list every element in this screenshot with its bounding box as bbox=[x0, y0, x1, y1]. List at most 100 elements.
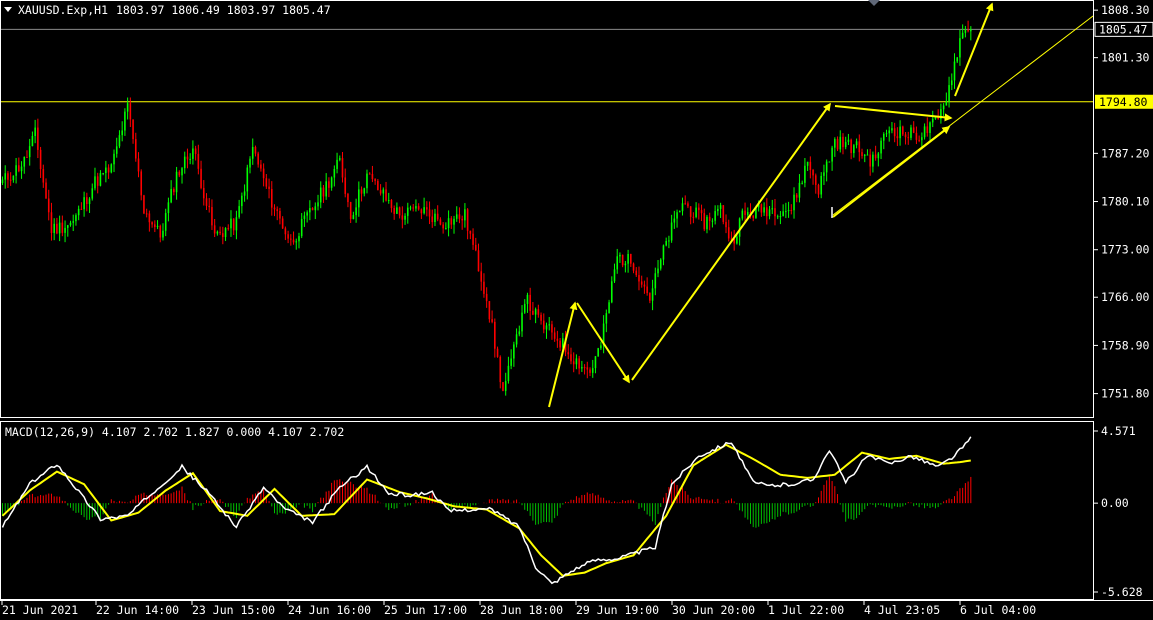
scroll-marker-icon[interactable] bbox=[868, 0, 880, 6]
macd-tick-label: 4.571 bbox=[1101, 424, 1136, 438]
candle-body bbox=[417, 206, 420, 210]
candle-body bbox=[553, 332, 556, 339]
candle-body bbox=[630, 253, 632, 264]
candle-body bbox=[855, 141, 858, 146]
candle-body bbox=[192, 148, 194, 159]
candle-body bbox=[298, 236, 300, 242]
candle-body bbox=[151, 222, 153, 225]
candle-body bbox=[371, 174, 374, 180]
candle-body bbox=[458, 214, 461, 219]
drawn-trendlines bbox=[548, 2, 1094, 408]
candle-body bbox=[284, 228, 287, 235]
candle-body bbox=[793, 194, 795, 211]
candle-body bbox=[929, 122, 931, 133]
price-axis: 1808.30 1801.30 1787.20 1780.10 1773.00 1766.… bbox=[1094, 3, 1153, 401]
candle-body bbox=[888, 130, 891, 134]
candle-body bbox=[616, 256, 619, 270]
candle-body bbox=[436, 213, 439, 220]
time-tick-label: 25 Jun 17:00 bbox=[384, 603, 467, 617]
candle-body bbox=[404, 215, 406, 220]
candle-body bbox=[665, 240, 667, 246]
candle-body bbox=[213, 225, 216, 234]
candle-body bbox=[211, 207, 213, 226]
chart-canvas[interactable]: 1808.30 1801.30 1787.20 1780.10 1773.00 1766.… bbox=[0, 0, 1153, 620]
candle-body bbox=[948, 85, 950, 102]
candle-body bbox=[450, 218, 453, 225]
candle-body bbox=[795, 194, 798, 198]
candle-body bbox=[556, 338, 559, 341]
candle-body bbox=[270, 189, 273, 208]
candle-body bbox=[823, 172, 825, 176]
price-tick-label: 1751.80 bbox=[1101, 387, 1150, 401]
candle-body bbox=[956, 57, 959, 62]
price-tick-label: 1808.30 bbox=[1101, 3, 1150, 17]
candle-body bbox=[880, 140, 882, 154]
candle-body bbox=[828, 161, 831, 163]
candle-body bbox=[853, 145, 855, 154]
candle-body bbox=[782, 211, 784, 217]
candle-body bbox=[47, 198, 50, 213]
ohlc-header: 1803.97 1806.49 1803.97 1805.47 bbox=[116, 3, 331, 17]
candle-body bbox=[423, 207, 425, 214]
candle-body bbox=[99, 173, 102, 186]
candle-body bbox=[744, 210, 746, 215]
candle-body bbox=[698, 207, 700, 211]
candle-body bbox=[717, 208, 719, 212]
candle-body bbox=[428, 209, 431, 217]
candle-body bbox=[162, 230, 164, 238]
price-panel-frame bbox=[0, 0, 1094, 418]
candle-body bbox=[173, 189, 175, 193]
candle-body bbox=[387, 200, 390, 202]
candle-body bbox=[578, 358, 580, 369]
candle-body bbox=[20, 166, 23, 172]
candle-body bbox=[390, 200, 393, 209]
time-tick-label: 22 Jun 14:00 bbox=[96, 603, 179, 617]
candle-body bbox=[333, 168, 336, 178]
candle-body bbox=[455, 214, 458, 219]
candle-body bbox=[257, 153, 259, 165]
candle-body bbox=[708, 216, 711, 221]
candle-body bbox=[344, 177, 347, 194]
candle-body bbox=[115, 146, 118, 154]
candle-body bbox=[401, 215, 404, 220]
candle-body bbox=[931, 118, 934, 123]
candle-body bbox=[447, 218, 450, 229]
candle-body bbox=[589, 369, 591, 373]
candle-body bbox=[842, 136, 844, 148]
candle-body bbox=[230, 218, 232, 229]
candle-body bbox=[66, 225, 69, 228]
candle-body bbox=[205, 198, 208, 206]
candle-body bbox=[129, 103, 132, 120]
candle-body bbox=[504, 381, 507, 391]
candle-body bbox=[439, 219, 442, 225]
candle-body bbox=[594, 356, 597, 369]
candle-body bbox=[953, 61, 956, 81]
candle-body bbox=[159, 225, 162, 238]
candle-body bbox=[121, 130, 123, 136]
candle-body bbox=[241, 195, 243, 207]
candle-body bbox=[474, 244, 477, 251]
candle-body bbox=[548, 324, 551, 326]
candle-body bbox=[502, 382, 504, 391]
symbol-menu-icon[interactable] bbox=[4, 7, 12, 12]
time-axis: 21 Jun 2021 22 Jun 14:00 23 Jun 15:00 24 Ju… bbox=[1, 600, 1036, 617]
candle-body bbox=[86, 197, 88, 205]
candle-body bbox=[719, 205, 722, 209]
candle-body bbox=[94, 176, 96, 189]
candle-body bbox=[825, 161, 828, 173]
candle-body bbox=[132, 119, 134, 140]
candle-body bbox=[243, 191, 246, 196]
price-tick-label: 1758.90 bbox=[1101, 338, 1150, 352]
candle-body bbox=[610, 281, 613, 303]
candle-body bbox=[306, 212, 308, 216]
candle-body bbox=[619, 254, 621, 257]
candle-body bbox=[53, 223, 55, 233]
candle-body bbox=[722, 205, 725, 222]
candle-body bbox=[64, 227, 66, 233]
candle-body bbox=[461, 218, 463, 221]
candle-body bbox=[678, 211, 681, 213]
candle-body bbox=[608, 302, 610, 314]
channel-trendline bbox=[832, 15, 1094, 216]
candle-body bbox=[260, 164, 262, 169]
candle-body bbox=[15, 165, 17, 176]
